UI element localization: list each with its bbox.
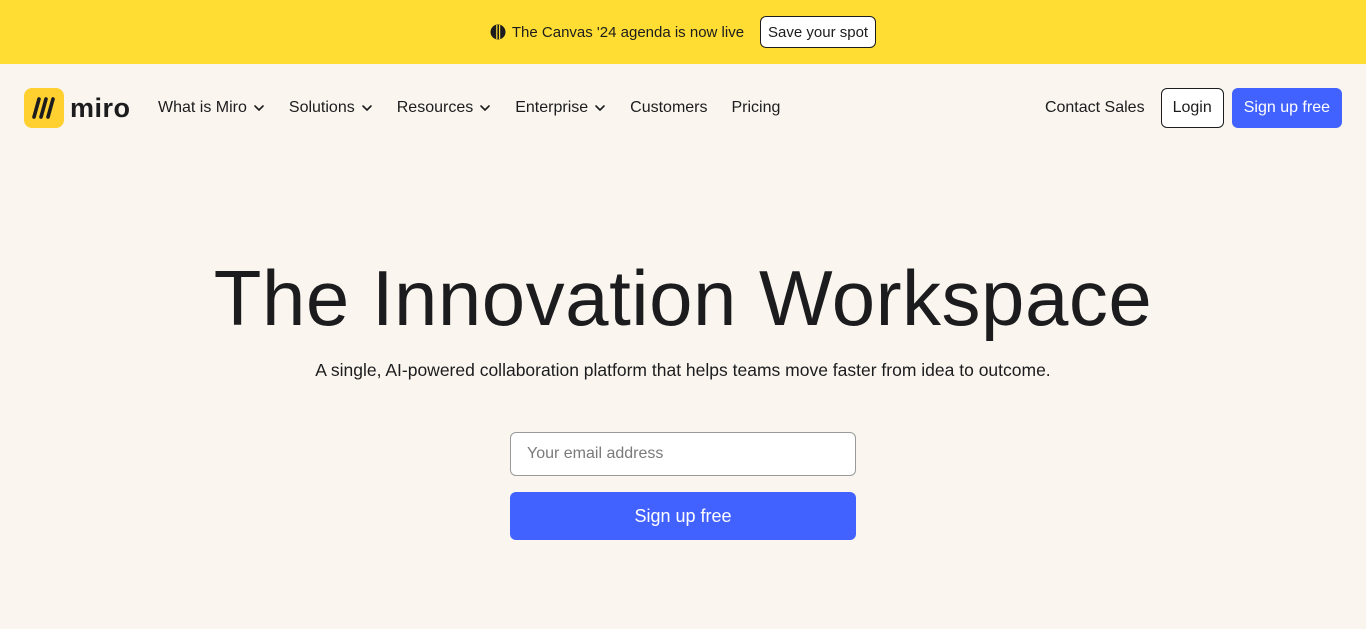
- nav-item-what-is-miro[interactable]: What is Miro: [158, 99, 265, 117]
- announcement-bar: The Canvas '24 agenda is now live Save y…: [0, 0, 1366, 64]
- chevron-down-icon: [361, 105, 372, 111]
- chevron-down-icon: [480, 105, 491, 111]
- hero-title: The Innovation Workspace: [213, 254, 1153, 342]
- logo-wordmark: miro: [70, 92, 131, 123]
- canvas-logo-icon: [490, 24, 506, 40]
- nav-actions: Contact Sales Login Sign up free: [1045, 64, 1342, 152]
- nav-item-pricing[interactable]: Pricing: [732, 99, 781, 117]
- chevron-down-icon: [595, 105, 605, 111]
- nav-item-customers[interactable]: Customers: [630, 99, 707, 117]
- miro-logo[interactable]: miro: [24, 88, 131, 128]
- nav-item-label: Pricing: [731, 99, 781, 116]
- nav-item-label: Resources: [396, 99, 474, 116]
- hero-subtitle: A single, AI-powered collaboration platf…: [315, 360, 1051, 380]
- nav-item-label: Solutions: [288, 99, 355, 116]
- contact-sales-link[interactable]: Contact Sales: [1045, 99, 1145, 117]
- main-nav: miro What is Miro Solutions Resources En…: [0, 64, 1366, 152]
- miro-logo-icon: [24, 88, 64, 128]
- nav-item-label: Enterprise: [515, 99, 589, 116]
- nav-sign-up-button[interactable]: Sign up free: [1231, 88, 1342, 128]
- nav-item-solutions[interactable]: Solutions: [289, 99, 373, 117]
- nav-item-label: Customers: [630, 99, 708, 116]
- nav-item-resources[interactable]: Resources: [397, 99, 491, 117]
- login-button[interactable]: Login: [1160, 88, 1224, 128]
- save-your-spot-button[interactable]: Save your spot: [760, 16, 877, 48]
- nav-item-enterprise[interactable]: Enterprise: [515, 99, 606, 117]
- announcement-text: The Canvas '24 agenda is now live: [511, 23, 745, 41]
- nav-links: What is Miro Solutions Resources Enterpr…: [158, 64, 804, 152]
- chevron-down-icon: [254, 105, 264, 111]
- announcement-content: The Canvas '24 agenda is now live Save y…: [490, 16, 877, 48]
- hero-sign-up-button[interactable]: Sign up free: [510, 492, 856, 540]
- email-input[interactable]: [510, 432, 856, 476]
- nav-item-label: What is Miro: [158, 99, 247, 116]
